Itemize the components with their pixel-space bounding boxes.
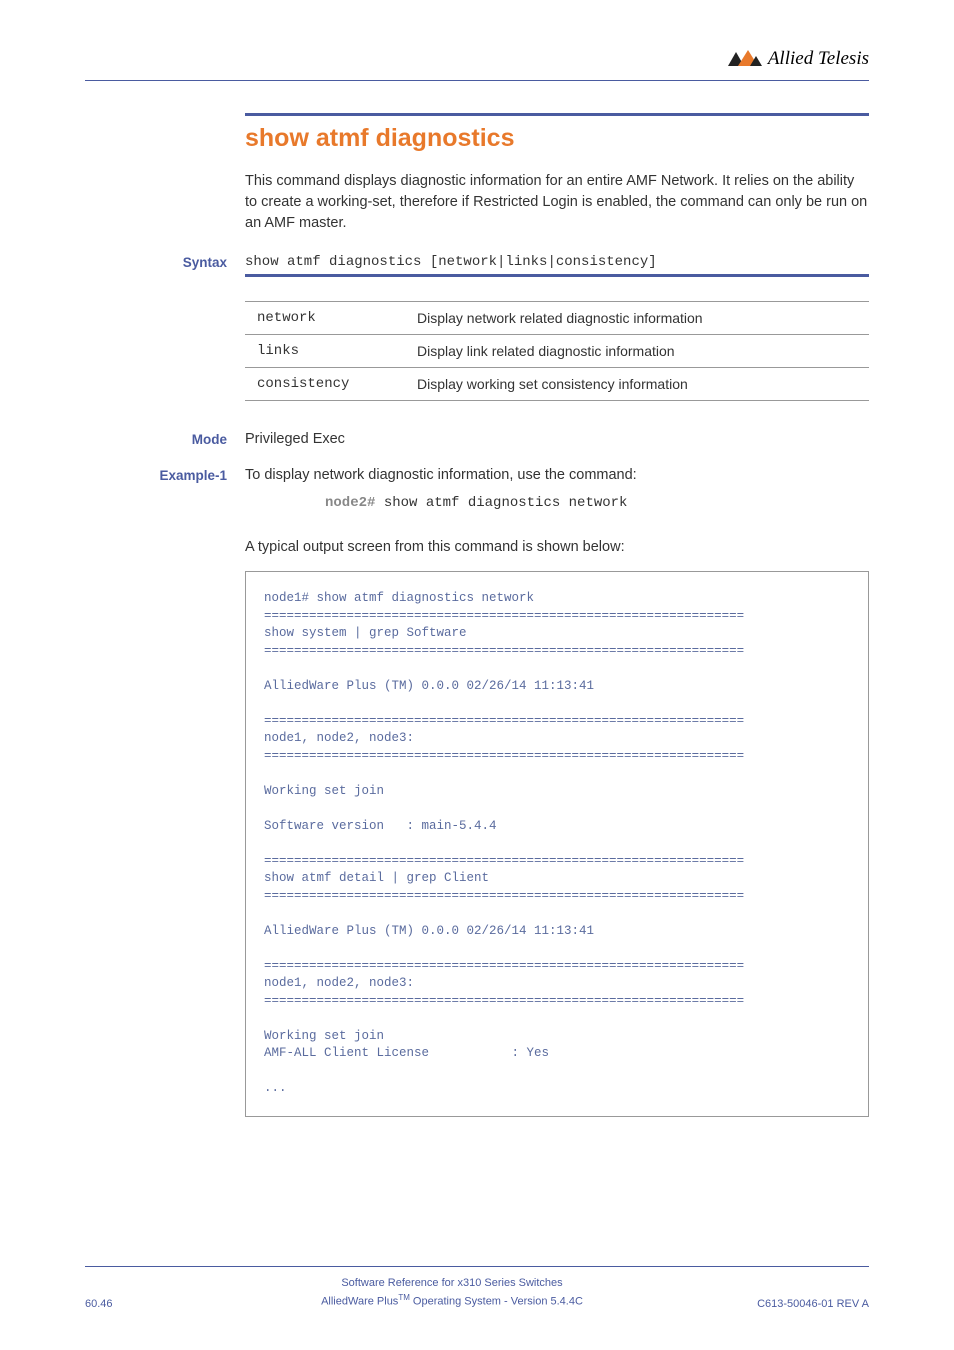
parameter-table: network Display network related diagnost… — [245, 301, 869, 401]
example-label: Example-1 — [85, 467, 245, 483]
syntax-rule — [245, 274, 869, 277]
page-title: show atmf diagnostics — [245, 124, 869, 153]
footer-revision: C613-50046-01 REV A — [739, 1298, 869, 1310]
footer-page-number: 60.46 — [85, 1298, 165, 1310]
param-desc: Display network related diagnostic infor… — [405, 302, 869, 335]
param-desc: Display link related diagnostic informat… — [405, 335, 869, 368]
command-prompt: node2# — [325, 495, 375, 511]
table-row: links Display link related diagnostic in… — [245, 335, 869, 368]
allied-telesis-mark-icon — [728, 50, 762, 68]
footer-center: Software Reference for x310 Series Switc… — [165, 1275, 739, 1310]
trademark-symbol: TM — [398, 1293, 410, 1302]
example-command: node2# show atmf diagnostics network — [325, 495, 869, 511]
param-name: links — [245, 335, 405, 368]
syntax-code: show atmf diagnostics [network|links|con… — [245, 254, 869, 270]
brand-logo-text: Allied Telesis — [768, 48, 869, 70]
table-row: network Display network related diagnost… — [245, 302, 869, 335]
syntax-row: Syntax show atmf diagnostics [network|li… — [245, 254, 869, 277]
brand-logo: Allied Telesis — [728, 48, 869, 70]
mode-row: Mode Privileged Exec — [245, 431, 869, 447]
table-row: consistency Display working set consiste… — [245, 368, 869, 401]
command-text: show atmf diagnostics network — [375, 495, 627, 511]
example-text: To display network diagnostic informatio… — [245, 467, 637, 483]
footer-line2: AlliedWare PlusTM Operating System - Ver… — [165, 1292, 739, 1310]
page-footer: 60.46 Software Reference for x310 Series… — [85, 1266, 869, 1310]
example-row: Example-1 To display network diagnostic … — [245, 467, 869, 483]
param-name: consistency — [245, 368, 405, 401]
syntax-label: Syntax — [85, 254, 245, 270]
param-desc: Display working set consistency informat… — [405, 368, 869, 401]
footer-rule — [85, 1266, 869, 1267]
param-name: network — [245, 302, 405, 335]
output-intro: A typical output screen from this comman… — [245, 539, 869, 555]
mode-label: Mode — [85, 431, 245, 447]
page-header: Allied Telesis — [85, 48, 869, 81]
intro-paragraph: This command displays diagnostic informa… — [245, 171, 869, 234]
footer-line1: Software Reference for x310 Series Switc… — [165, 1275, 739, 1292]
title-rule — [245, 113, 869, 116]
mode-value: Privileged Exec — [245, 431, 345, 447]
output-box: node1# show atmf diagnostics network ===… — [245, 571, 869, 1117]
